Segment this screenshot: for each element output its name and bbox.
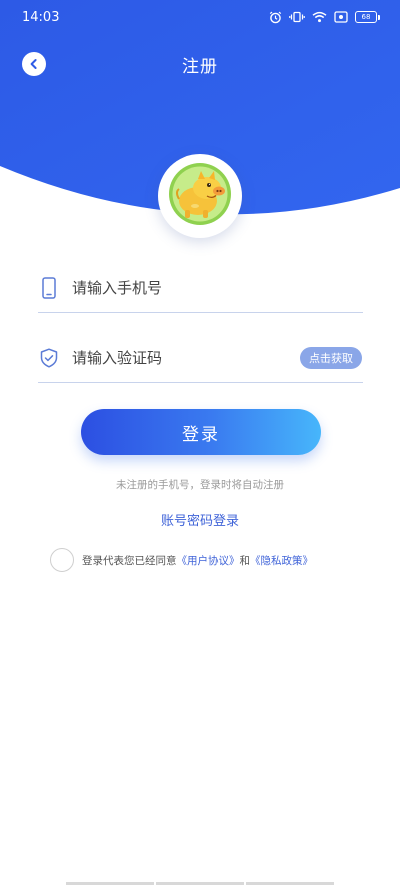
- status-icons: 68: [269, 11, 380, 24]
- get-code-button[interactable]: 点击获取: [300, 346, 362, 369]
- agreement-row: 登录代表您已经同意 《用户协议》 和 《隐私政策》: [50, 546, 313, 574]
- bottom-divider: [66, 882, 334, 885]
- account-password-login-link[interactable]: 账号密码登录: [0, 510, 400, 529]
- alarm-icon: [269, 11, 282, 24]
- status-bar: 14:03 68: [0, 0, 400, 34]
- page-title: 注册: [182, 56, 218, 77]
- screen-record-icon: [334, 11, 348, 23]
- nav-bar: 注册: [0, 44, 400, 84]
- status-time: 14:03: [22, 9, 60, 25]
- agreement-prefix: 登录代表您已经同意: [82, 554, 177, 567]
- vibrate-icon: [289, 11, 305, 23]
- battery-level: 68: [355, 11, 377, 23]
- chevron-left-icon: [28, 55, 40, 74]
- code-input[interactable]: [72, 348, 300, 367]
- login-button[interactable]: 登录: [81, 409, 321, 455]
- auto-register-hint: 未注册的手机号，登录时将自动注册: [116, 479, 284, 491]
- agree-checkbox[interactable]: [50, 548, 74, 572]
- wifi-icon: [312, 11, 327, 23]
- cartoon-pig-logo: [165, 159, 235, 233]
- agreement-conjunction: 和: [239, 554, 251, 567]
- user-agreement-link[interactable]: 《用户协议》: [177, 553, 240, 568]
- battery-icon: 68: [355, 11, 380, 23]
- phone-input[interactable]: [72, 278, 363, 297]
- shield-check-icon: [38, 346, 60, 370]
- back-button[interactable]: [22, 52, 46, 76]
- avatar: [158, 154, 242, 238]
- privacy-policy-link[interactable]: 《隐私政策》: [250, 553, 313, 568]
- phone-field: [38, 263, 363, 313]
- code-field: 点击获取: [38, 333, 363, 383]
- phone-icon: [38, 276, 60, 300]
